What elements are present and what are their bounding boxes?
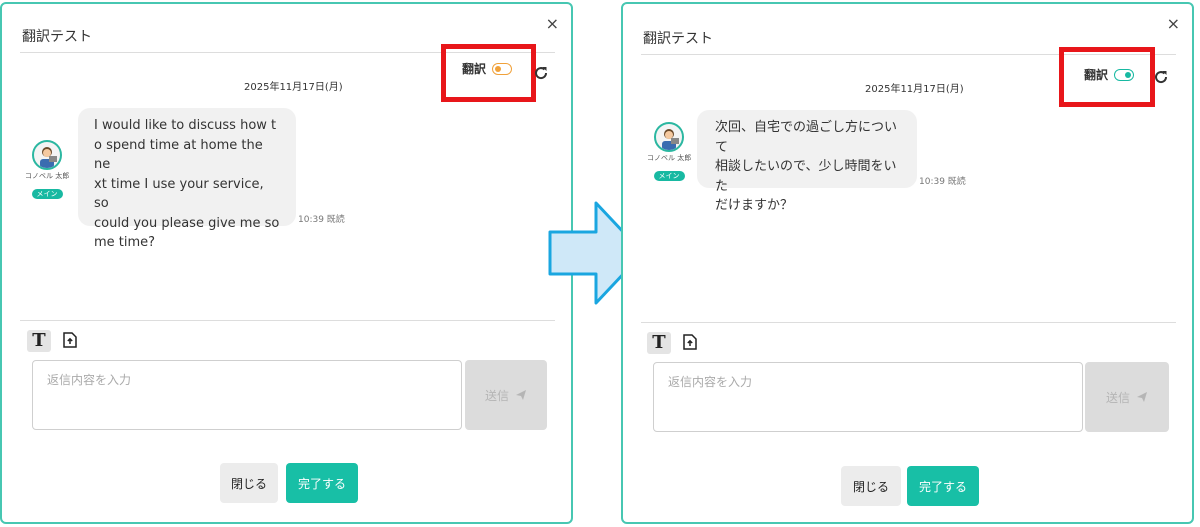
reply-input[interactable]: 返信内容を入力	[653, 362, 1083, 432]
reply-placeholder: 返信内容を入力	[668, 375, 753, 389]
text-format-icon[interactable]: T	[27, 330, 51, 352]
send-label: 送信	[484, 388, 509, 403]
highlight-box	[1059, 47, 1155, 107]
divider	[20, 320, 555, 321]
complete-button[interactable]: 完了する	[286, 463, 358, 503]
message-line: xt time I use your service, so	[94, 176, 264, 212]
message-line: 次回、自宅での過ごし方について	[715, 120, 898, 155]
message-bubble: I would like to discuss how t o spend ti…	[78, 108, 296, 250]
divider	[641, 322, 1176, 323]
send-icon	[516, 390, 526, 400]
sender-name: コノベル 太郎	[25, 172, 70, 180]
avatar	[32, 140, 62, 170]
file-upload-icon[interactable]	[63, 332, 77, 348]
close-button[interactable]: 閉じる	[220, 463, 278, 503]
time-read-status: 10:39 既読	[919, 177, 966, 187]
file-upload-icon[interactable]	[683, 334, 697, 350]
dialog-title: 翻訳テスト	[22, 29, 92, 45]
refresh-icon[interactable]	[533, 65, 549, 81]
sender-avatar: コノベル 太郎 メイン	[647, 122, 691, 182]
close-icon[interactable]: ×	[1167, 14, 1180, 33]
refresh-icon[interactable]	[1153, 69, 1169, 85]
main-badge: メイン	[31, 189, 63, 199]
highlight-box	[441, 44, 536, 102]
message-line: o spend time at home the ne	[94, 137, 263, 173]
message-line: I would like to discuss how t	[94, 118, 277, 133]
complete-button[interactable]: 完了する	[907, 466, 979, 506]
message-line: だけますか？	[715, 198, 794, 213]
message-bubble: 次回、自宅での過ごし方について 相談したいので、少し時間をいた だけますか？	[697, 110, 917, 213]
sender-name: コノベル 太郎	[647, 154, 692, 162]
send-button[interactable]: 送信	[1085, 362, 1169, 432]
dialog-after-translation: 翻訳テスト × 翻訳 2025年11月17日(月) コノベル 太郎 メイン 次回…	[621, 2, 1194, 524]
send-label: 送信	[1105, 390, 1130, 405]
reply-input[interactable]: 返信内容を入力	[32, 360, 462, 430]
send-button[interactable]: 送信	[465, 360, 547, 430]
main-badge: メイン	[653, 171, 685, 181]
text-format-icon[interactable]: T	[647, 332, 671, 354]
dialog-before-translation: 翻訳テスト × 翻訳 2025年11月17日(月) コノベル 太郎 メイン I …	[0, 2, 573, 524]
close-icon[interactable]: ×	[546, 14, 559, 33]
dialog-title: 翻訳テスト	[643, 31, 713, 47]
send-icon	[1137, 392, 1147, 402]
sender-avatar: コノベル 太郎 メイン	[25, 140, 69, 200]
time-read-status: 10:39 既読	[298, 215, 345, 225]
reply-placeholder: 返信内容を入力	[47, 373, 132, 387]
message-line: me time?	[94, 235, 156, 250]
date-label: 2025年11月17日(月)	[244, 82, 343, 93]
date-label: 2025年11月17日(月)	[865, 84, 964, 95]
avatar	[654, 122, 684, 152]
message-line: 相談したいので、少し時間をいた	[715, 159, 897, 194]
message-line: could you please give me so	[94, 215, 280, 231]
close-button[interactable]: 閉じる	[841, 466, 901, 506]
